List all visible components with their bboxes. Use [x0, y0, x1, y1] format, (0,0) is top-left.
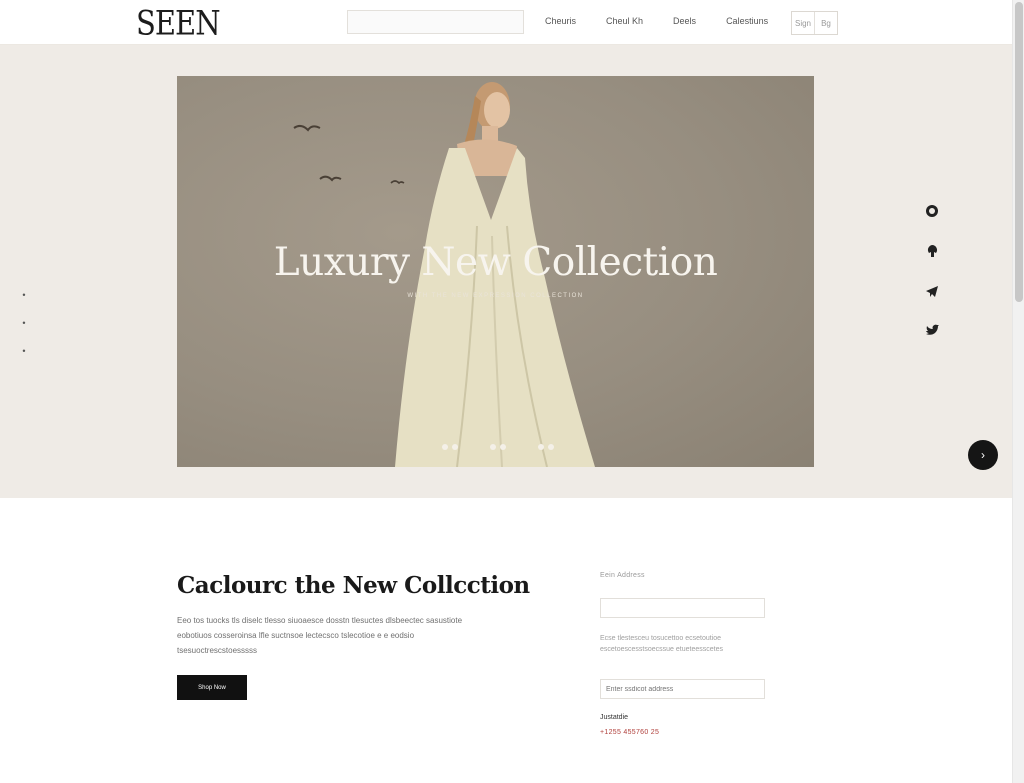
bird-1 [293, 124, 321, 132]
nav-link-3[interactable]: Deels [673, 16, 696, 26]
carousel-dot-3[interactable] [538, 444, 558, 450]
side-dot-3[interactable]: • [20, 337, 28, 365]
main-nav: Cheuris Cheul Kh Deels Calestiuns [545, 16, 768, 26]
section-body: Eeo tos tuocks tls diselc tlesso siuoaes… [177, 616, 463, 655]
carousel-dot-1[interactable] [442, 444, 462, 450]
pinterest-icon[interactable] [923, 242, 941, 282]
address-field[interactable] [600, 679, 765, 699]
carousel-pagination [442, 444, 558, 450]
scrollbar-thumb[interactable] [1015, 2, 1023, 302]
twitter-icon[interactable] [923, 322, 941, 362]
telegram-icon[interactable] [923, 282, 941, 322]
nav-link-2[interactable]: Cheul Kh [606, 16, 643, 26]
shop-now-button[interactable]: Shop Now [177, 675, 247, 700]
carousel-next-button[interactable]: › [968, 440, 998, 470]
hero-title: Luxury New Collection [273, 240, 718, 285]
side-dot-1[interactable]: • [20, 281, 28, 309]
brand-logo[interactable]: SEEN [136, 3, 221, 42]
bag-button[interactable]: Bg [814, 12, 837, 34]
section-title: Caclourc the New Collcction [177, 572, 530, 599]
whatsapp-icon[interactable] [923, 202, 941, 242]
bird-3 [390, 180, 405, 185]
header-actions: Sign Bg [791, 11, 838, 35]
model-face [484, 92, 510, 128]
page-scrollbar[interactable] [1012, 0, 1024, 783]
sign-in-button[interactable]: Sign [792, 12, 814, 34]
contact-phone[interactable]: +1255 455760 25 [600, 729, 659, 736]
email-label: Eein Address [600, 572, 645, 579]
site-header: SEEN Cheuris Cheul Kh Deels Calestiuns S… [0, 0, 1012, 45]
carousel-dot-2[interactable] [490, 444, 510, 450]
search-input[interactable] [347, 10, 524, 34]
side-slide-indicator: • • • [20, 281, 28, 365]
email-field[interactable] [600, 598, 765, 618]
nav-link-1[interactable]: Cheuris [545, 16, 576, 26]
bird-2 [319, 175, 342, 182]
social-links [923, 202, 941, 362]
side-dot-2[interactable]: • [20, 309, 28, 337]
contact-label: Justatdie [600, 714, 629, 721]
hero-subtitle: WITH THE NEW EXPRESSION COLLECTION [407, 293, 584, 299]
hero-image: Luxury New Collection WITH THE NEW EXPRE… [177, 76, 814, 467]
nav-link-4[interactable]: Calestiuns [726, 16, 768, 26]
form-note: Ecse tlestesceu tosucettoo ecsetoutioe e… [600, 635, 723, 653]
